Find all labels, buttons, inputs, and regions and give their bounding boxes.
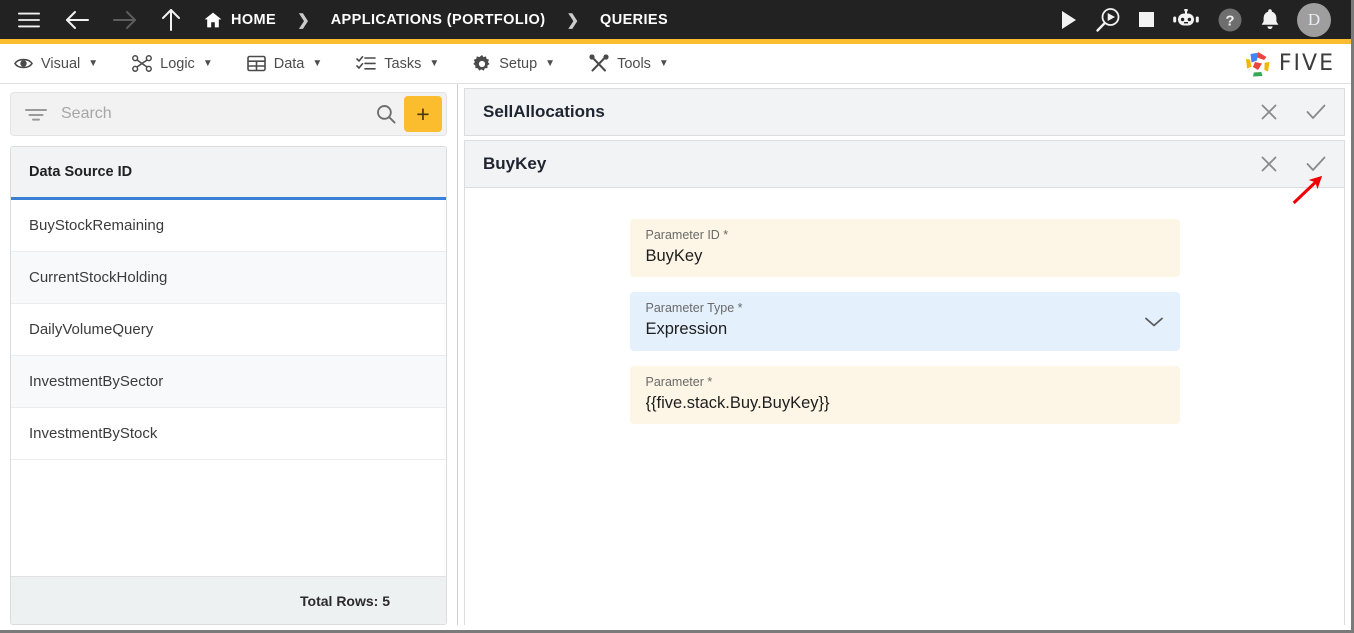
panel-actions-buykey bbox=[1260, 155, 1326, 173]
parameter-id-field[interactable]: Parameter ID * BuyKey bbox=[629, 219, 1180, 278]
topbar-left-group: HOME ❯ APPLICATIONS (PORTFOLIO) ❯ QUERIE… bbox=[18, 8, 1060, 32]
top-navigation-bar: HOME ❯ APPLICATIONS (PORTFOLIO) ❯ QUERIE… bbox=[0, 0, 1351, 44]
parameter-type-field[interactable]: Parameter Type * Expression bbox=[629, 292, 1180, 351]
chevron-down-icon: ▼ bbox=[545, 58, 556, 69]
panel-header-buykey: BuyKey bbox=[464, 140, 1345, 188]
checklist-icon bbox=[356, 55, 377, 72]
panel-actions-sellallocations bbox=[1260, 103, 1326, 121]
menu-item-tasks-label: Tasks bbox=[384, 55, 422, 72]
tools-icon bbox=[589, 54, 609, 73]
parameter-value-field[interactable]: Parameter * {{five.stack.Buy.BuyKey}} bbox=[629, 365, 1180, 425]
table-row[interactable]: CurrentStockHolding bbox=[11, 252, 446, 304]
arrow-up-icon[interactable] bbox=[160, 8, 182, 32]
eye-icon bbox=[14, 56, 33, 71]
avatar[interactable]: D bbox=[1297, 2, 1331, 37]
stop-icon[interactable] bbox=[1138, 11, 1155, 28]
menu-item-setup[interactable]: Setup ▼ bbox=[473, 54, 556, 73]
table-row[interactable]: BuyStockRemaining bbox=[11, 200, 446, 252]
home-icon bbox=[204, 12, 222, 28]
five-brand[interactable]: FIVE bbox=[1244, 50, 1335, 78]
parameter-value-label: Parameter * bbox=[645, 374, 713, 389]
arrow-right-icon[interactable] bbox=[112, 9, 138, 31]
breadcrumb-queries-label: QUERIES bbox=[600, 11, 669, 28]
module-menu-bar: Visual ▼ Logic ▼ Data ▼ Tasks ▼ Setup ▼ … bbox=[0, 44, 1351, 84]
parameter-id-label: Parameter ID * bbox=[645, 228, 729, 242]
panel-title-sellallocations: SellAllocations bbox=[483, 102, 605, 121]
search-icon[interactable] bbox=[368, 104, 404, 124]
parameter-id-value[interactable]: BuyKey bbox=[646, 246, 1164, 267]
arrow-left-icon[interactable] bbox=[64, 9, 90, 31]
breadcrumb-item-queries[interactable]: QUERIES bbox=[600, 12, 668, 28]
panel-header-sellallocations: SellAllocations bbox=[464, 88, 1345, 136]
menu-item-logic-label: Logic bbox=[160, 55, 195, 72]
chevron-down-icon: ▼ bbox=[202, 58, 213, 69]
help-icon[interactable]: ? bbox=[1217, 7, 1243, 33]
data-source-list-pane: + Data Source ID BuyStockRemaining Curre… bbox=[0, 84, 458, 625]
chevron-down-icon[interactable] bbox=[1144, 316, 1164, 328]
table-icon bbox=[246, 55, 266, 72]
nodes-icon bbox=[132, 55, 153, 72]
parameter-type-label: Parameter Type * bbox=[645, 301, 743, 316]
grid-column-header-data-source-id[interactable]: Data Source ID bbox=[11, 147, 446, 200]
chevron-down-icon: ▼ bbox=[88, 58, 99, 69]
panel-title-buykey: BuyKey bbox=[483, 154, 547, 173]
five-pinwheel-logo bbox=[1244, 50, 1272, 78]
breadcrumb-item-home[interactable]: HOME bbox=[204, 12, 276, 28]
breadcrumb-applications-label: APPLICATIONS (PORTFOLIO) bbox=[330, 11, 546, 28]
menu-item-tasks[interactable]: Tasks ▼ bbox=[356, 55, 439, 72]
breadcrumb-home-label: HOME bbox=[231, 11, 277, 28]
form-editor-pane: SellAllocations BuyKey Parameter ID * Bu… bbox=[458, 84, 1351, 625]
debug-icon[interactable] bbox=[1095, 7, 1121, 33]
gear-icon bbox=[473, 54, 491, 73]
menu-item-logic[interactable]: Logic ▼ bbox=[132, 55, 213, 72]
filter-icon[interactable] bbox=[25, 107, 47, 121]
application-window: HOME ❯ APPLICATIONS (PORTFOLIO) ❯ QUERIE… bbox=[0, 0, 1354, 633]
chevron-down-icon: ▼ bbox=[312, 58, 323, 69]
buykey-close-icon[interactable] bbox=[1260, 155, 1278, 173]
menu-item-visual[interactable]: Visual ▼ bbox=[14, 56, 98, 72]
search-input[interactable] bbox=[61, 105, 368, 123]
sellallocations-confirm-check-icon[interactable] bbox=[1306, 103, 1326, 121]
search-bar: + bbox=[10, 92, 447, 136]
menu-item-data[interactable]: Data ▼ bbox=[246, 55, 323, 72]
topbar-action-group: ? D bbox=[1060, 2, 1339, 37]
run-icon[interactable] bbox=[1060, 10, 1078, 30]
menu-item-setup-label: Setup bbox=[499, 55, 538, 72]
chevron-down-icon: ▼ bbox=[658, 58, 669, 69]
total-rows-label: Total Rows: 5 bbox=[11, 576, 446, 624]
parameter-type-value[interactable]: Expression bbox=[646, 319, 1164, 340]
hamburger-icon[interactable] bbox=[18, 11, 40, 29]
breadcrumb-separator-2: ❯ bbox=[566, 11, 580, 29]
sellallocations-close-icon[interactable] bbox=[1260, 103, 1278, 121]
parameter-value-value[interactable]: {{five.stack.Buy.BuyKey}} bbox=[646, 393, 1164, 414]
svg-text:?: ? bbox=[1225, 12, 1234, 29]
menu-item-tools[interactable]: Tools ▼ bbox=[589, 54, 669, 73]
table-row[interactable]: DailyVolumeQuery bbox=[11, 304, 446, 356]
parameter-form: Parameter ID * BuyKey Parameter Type * E… bbox=[464, 188, 1345, 625]
notifications-bell-icon[interactable] bbox=[1260, 8, 1280, 31]
chatbot-icon[interactable] bbox=[1172, 8, 1200, 31]
chevron-down-icon: ▼ bbox=[429, 58, 440, 69]
five-brand-label: FIVE bbox=[1278, 51, 1335, 76]
menu-item-tools-label: Tools bbox=[617, 55, 651, 72]
menu-item-visual-label: Visual bbox=[41, 55, 81, 72]
breadcrumb-item-applications[interactable]: APPLICATIONS (PORTFOLIO) bbox=[331, 12, 546, 28]
main-body: + Data Source ID BuyStockRemaining Curre… bbox=[0, 84, 1351, 625]
table-row[interactable]: InvestmentByStock bbox=[11, 408, 446, 460]
data-source-grid: Data Source ID BuyStockRemaining Current… bbox=[10, 146, 447, 625]
grid-rows: BuyStockRemaining CurrentStockHolding Da… bbox=[11, 200, 446, 576]
add-button[interactable]: + bbox=[404, 96, 442, 132]
breadcrumb-separator-1: ❯ bbox=[297, 11, 310, 29]
menu-item-data-label: Data bbox=[273, 55, 305, 72]
buykey-confirm-check-icon[interactable] bbox=[1306, 155, 1326, 173]
table-row[interactable]: InvestmentBySector bbox=[11, 356, 446, 408]
